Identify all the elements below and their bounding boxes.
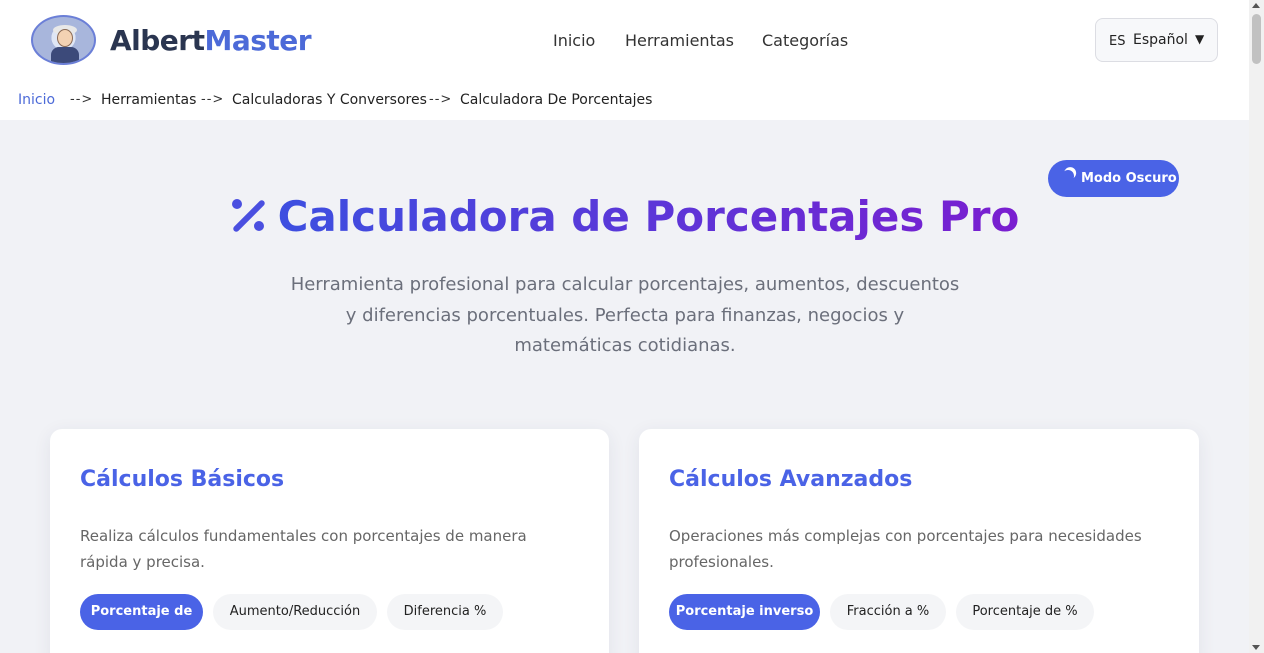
breadcrumb-separator: -->	[201, 92, 225, 107]
breadcrumb-item-herramientas[interactable]: Herramientas	[101, 92, 196, 108]
page-title: Calculadora de Porcentajes Pro	[0, 192, 1249, 241]
tab-aumento-reduccion[interactable]: Aumento/Reducción	[213, 594, 377, 630]
page-title-text: Calculadora de Porcentajes Pro	[277, 192, 1020, 241]
moon-icon	[1060, 168, 1075, 183]
tab-fraccion-a-porcentaje[interactable]: Fracción a %	[830, 594, 946, 630]
language-name: Español	[1133, 32, 1188, 48]
tab-porcentaje-de[interactable]: Porcentaje de	[80, 594, 203, 630]
scrollbar-thumb[interactable]	[1252, 14, 1261, 64]
nav-link-inicio[interactable]: Inicio	[553, 31, 595, 50]
card-description: Operaciones más complejas con porcentaje…	[669, 527, 1142, 571]
brand-name-part2: Master	[204, 24, 312, 57]
card-title: Cálculos Básicos	[80, 467, 285, 492]
language-selector[interactable]: ES Español ▼	[1095, 18, 1218, 62]
breadcrumb: Inicio --> Herramientas --> Calculadoras…	[0, 80, 1249, 120]
brand-name-part1: Albert	[110, 24, 205, 57]
card-title: Cálculos Avanzados	[669, 467, 913, 492]
percent-icon	[230, 197, 266, 233]
scroll-down-arrow-icon[interactable]	[1252, 645, 1260, 650]
breadcrumb-item-calculadoras[interactable]: Calculadoras Y Conversores	[232, 92, 427, 108]
card-basic-calculations: Cálculos Básicos Realiza cálculos fundam…	[50, 429, 609, 653]
card-description: Realiza cálculos fundamentales con porce…	[80, 527, 527, 571]
tab-porcentaje-inverso[interactable]: Porcentaje inverso	[669, 594, 820, 630]
tab-diferencia-porcentual[interactable]: Diferencia %	[387, 594, 503, 630]
card-advanced-calculations: Cálculos Avanzados Operaciones más compl…	[639, 429, 1199, 653]
nav-link-categorias[interactable]: Categorías	[762, 31, 848, 50]
logo-avatar-image[interactable]	[31, 15, 96, 65]
breadcrumb-separator: -->	[429, 92, 453, 107]
dark-mode-label: Modo Oscuro	[1081, 171, 1177, 186]
breadcrumb-item-inicio[interactable]: Inicio	[18, 92, 55, 108]
breadcrumb-item-current: Calculadora De Porcentajes	[460, 92, 653, 108]
breadcrumb-separator: -->	[70, 92, 94, 107]
brand-name[interactable]: AlbertMaster	[110, 24, 312, 57]
vertical-scrollbar[interactable]	[1249, 0, 1264, 653]
site-header: AlbertMaster Inicio Herramientas Categor…	[0, 0, 1249, 80]
tab-porcentaje-de-porcentaje[interactable]: Porcentaje de %	[956, 594, 1094, 630]
language-code: ES	[1109, 34, 1126, 49]
scroll-up-arrow-icon[interactable]	[1252, 3, 1260, 8]
nav-link-herramientas[interactable]: Herramientas	[625, 31, 734, 50]
page-subtitle: Herramienta profesional para calcular po…	[290, 274, 960, 356]
chevron-down-icon: ▼	[1195, 32, 1205, 46]
